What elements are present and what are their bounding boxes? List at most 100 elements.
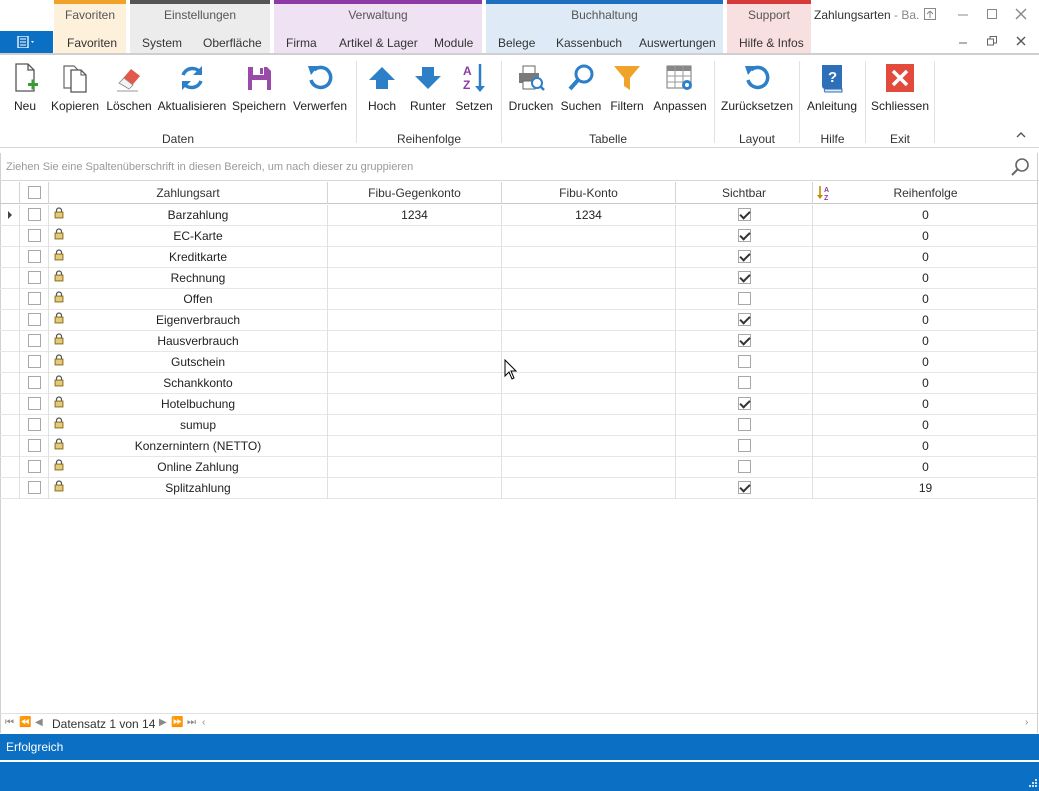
sichtbar-checkbox[interactable] bbox=[737, 250, 751, 264]
tab-firma[interactable]: Firma bbox=[286, 36, 317, 50]
cell-sichtbar[interactable] bbox=[676, 268, 813, 289]
cell-fibu-konto[interactable] bbox=[502, 268, 676, 289]
cell-fibu-konto[interactable] bbox=[502, 478, 676, 499]
cell-reihenfolge[interactable]: 0 bbox=[813, 436, 1038, 457]
group-by-panel[interactable]: Ziehen Sie eine Spaltenüberschrift in di… bbox=[0, 153, 1039, 181]
row-select-checkbox[interactable] bbox=[27, 271, 41, 285]
speichern-button[interactable]: Speichern bbox=[232, 61, 286, 113]
sichtbar-checkbox[interactable] bbox=[737, 355, 751, 369]
cell-sichtbar[interactable] bbox=[676, 394, 813, 415]
cell-reihenfolge[interactable]: 0 bbox=[813, 205, 1038, 226]
scroll-left-button[interactable]: ‹ bbox=[202, 717, 205, 728]
cell-sichtbar[interactable] bbox=[676, 457, 813, 478]
cell-zahlungsart[interactable]: Konzernintern (NETTO) bbox=[49, 436, 328, 457]
collapse-ribbon-button[interactable] bbox=[1016, 128, 1026, 142]
mdi-minimize-button[interactable] bbox=[955, 34, 971, 50]
cell-reihenfolge[interactable]: 19 bbox=[813, 478, 1038, 499]
schliessen-button[interactable]: Schliessen bbox=[871, 61, 929, 113]
sichtbar-checkbox[interactable] bbox=[737, 208, 751, 222]
row-select-cell[interactable] bbox=[20, 205, 49, 226]
sichtbar-checkbox[interactable] bbox=[737, 376, 751, 390]
row-select-checkbox[interactable] bbox=[27, 418, 41, 432]
table-row[interactable]: Schankkonto 0 bbox=[0, 373, 1038, 394]
cell-sichtbar[interactable] bbox=[676, 226, 813, 247]
prev-record-button[interactable]: ◀ bbox=[35, 717, 43, 728]
sichtbar-checkbox[interactable] bbox=[737, 460, 751, 474]
aktualisieren-button[interactable]: Aktualisieren bbox=[158, 61, 226, 113]
cell-sichtbar[interactable] bbox=[676, 289, 813, 310]
cell-zahlungsart[interactable]: Hotelbuchung bbox=[49, 394, 328, 415]
table-row[interactable]: Online Zahlung 0 bbox=[0, 457, 1038, 478]
row-select-cell[interactable] bbox=[20, 247, 49, 268]
cell-fibu-gegenkonto[interactable] bbox=[328, 268, 502, 289]
row-select-checkbox[interactable] bbox=[27, 334, 41, 348]
cell-fibu-gegenkonto[interactable] bbox=[328, 331, 502, 352]
tab-module[interactable]: Module bbox=[434, 36, 473, 50]
prev-page-button[interactable]: ⏪ bbox=[19, 717, 31, 728]
cell-zahlungsart[interactable]: Barzahlung bbox=[49, 205, 328, 226]
table-row[interactable]: EC-Karte 0 bbox=[0, 226, 1038, 247]
cell-sichtbar[interactable] bbox=[676, 247, 813, 268]
neu-button[interactable]: Neu bbox=[9, 61, 41, 113]
hoch-button[interactable]: Hoch bbox=[366, 61, 398, 113]
select-all-checkbox[interactable] bbox=[27, 186, 41, 200]
cell-fibu-gegenkonto[interactable] bbox=[328, 310, 502, 331]
cell-sichtbar[interactable] bbox=[676, 415, 813, 436]
sichtbar-checkbox[interactable] bbox=[737, 418, 751, 432]
header-fibu-konto[interactable]: Fibu-Konto bbox=[502, 182, 676, 204]
cell-reihenfolge[interactable]: 0 bbox=[813, 331, 1038, 352]
last-record-button[interactable]: ⏭ bbox=[187, 717, 196, 728]
row-select-cell[interactable] bbox=[20, 415, 49, 436]
scroll-right-button[interactable]: › bbox=[1025, 717, 1028, 728]
cell-zahlungsart[interactable]: Offen bbox=[49, 289, 328, 310]
suchen-button[interactable]: Suchen bbox=[561, 61, 601, 113]
row-select-checkbox[interactable] bbox=[27, 439, 41, 453]
cell-sichtbar[interactable] bbox=[676, 373, 813, 394]
row-select-checkbox[interactable] bbox=[27, 208, 41, 222]
minimize-button[interactable] bbox=[955, 7, 971, 23]
cell-reihenfolge[interactable]: 0 bbox=[813, 247, 1038, 268]
cell-fibu-konto[interactable] bbox=[502, 373, 676, 394]
tab-artikel-lager[interactable]: Artikel & Lager bbox=[339, 36, 418, 50]
sichtbar-checkbox[interactable] bbox=[737, 271, 751, 285]
table-row[interactable]: Offen 0 bbox=[0, 289, 1038, 310]
header-fibu-gegenkonto[interactable]: Fibu-Gegenkonto bbox=[328, 182, 502, 204]
tab-hilfe-infos[interactable]: Hilfe & Infos bbox=[739, 36, 804, 50]
cell-zahlungsart[interactable]: sumup bbox=[49, 415, 328, 436]
cell-zahlungsart[interactable]: Online Zahlung bbox=[49, 457, 328, 478]
header-select-all[interactable] bbox=[20, 182, 49, 204]
loeschen-button[interactable]: Löschen bbox=[106, 61, 152, 113]
cell-fibu-konto[interactable] bbox=[502, 331, 676, 352]
sichtbar-checkbox[interactable] bbox=[737, 229, 751, 243]
anleitung-button[interactable]: ? Anleitung bbox=[807, 61, 857, 113]
row-select-cell[interactable] bbox=[20, 268, 49, 289]
sichtbar-checkbox[interactable] bbox=[737, 334, 751, 348]
table-row[interactable]: sumup 0 bbox=[0, 415, 1038, 436]
cell-fibu-gegenkonto[interactable] bbox=[328, 247, 502, 268]
cell-fibu-gegenkonto[interactable] bbox=[328, 289, 502, 310]
row-select-cell[interactable] bbox=[20, 457, 49, 478]
kopieren-button[interactable]: Kopieren bbox=[51, 61, 99, 113]
row-select-cell[interactable] bbox=[20, 436, 49, 457]
sichtbar-checkbox[interactable] bbox=[737, 397, 751, 411]
row-select-cell[interactable] bbox=[20, 289, 49, 310]
cell-sichtbar[interactable] bbox=[676, 436, 813, 457]
close-window-button[interactable] bbox=[1013, 7, 1029, 23]
cell-fibu-konto[interactable]: 1234 bbox=[502, 205, 676, 226]
table-row[interactable]: Hausverbrauch 0 bbox=[0, 331, 1038, 352]
sichtbar-checkbox[interactable] bbox=[737, 481, 751, 495]
cell-fibu-gegenkonto[interactable] bbox=[328, 436, 502, 457]
row-select-cell[interactable] bbox=[20, 478, 49, 499]
drucken-button[interactable]: Drucken bbox=[509, 61, 553, 113]
filtern-button[interactable]: Filtern bbox=[610, 61, 644, 113]
tab-oberflaeche[interactable]: Oberfläche bbox=[203, 36, 262, 50]
cell-fibu-konto[interactable] bbox=[502, 310, 676, 331]
app-menu-button[interactable] bbox=[0, 31, 53, 53]
header-zahlungsart[interactable]: Zahlungsart bbox=[49, 182, 328, 204]
cell-reihenfolge[interactable]: 0 bbox=[813, 457, 1038, 478]
cell-fibu-gegenkonto[interactable] bbox=[328, 415, 502, 436]
cell-fibu-gegenkonto[interactable] bbox=[328, 457, 502, 478]
verwerfen-button[interactable]: Verwerfen bbox=[293, 61, 347, 113]
cell-fibu-gegenkonto[interactable] bbox=[328, 373, 502, 394]
table-row[interactable]: Gutschein 0 bbox=[0, 352, 1038, 373]
